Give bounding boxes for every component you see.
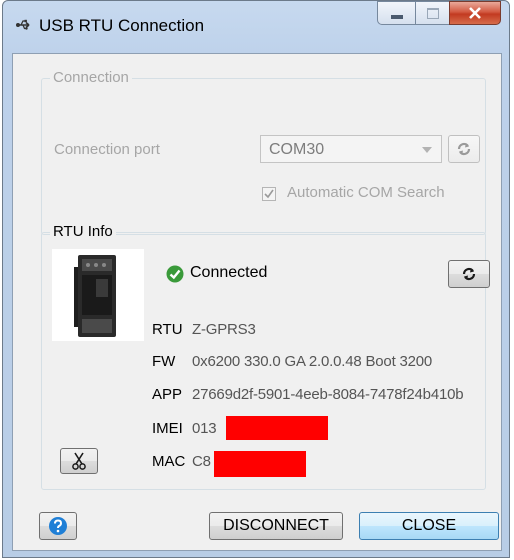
cut-button[interactable] — [60, 448, 98, 474]
connection-port-value: COM30 — [269, 141, 325, 158]
fw-label: FW — [152, 353, 176, 370]
usb-icon — [16, 19, 30, 30]
connection-port-select[interactable]: COM30 — [260, 135, 442, 163]
help-button[interactable] — [39, 512, 77, 540]
imei-label: IMEI — [152, 420, 183, 437]
window-title: USB RTU Connection — [39, 16, 205, 35]
chevron-down-icon — [422, 147, 432, 153]
imei-redaction — [226, 416, 328, 440]
window-close-button[interactable] — [449, 1, 501, 25]
minimize-icon — [390, 15, 403, 19]
refresh-icon — [457, 142, 471, 156]
maximize-icon — [426, 7, 439, 19]
app-label: APP — [152, 386, 183, 403]
refresh-ports-button[interactable] — [448, 135, 480, 163]
mac-label: MAC — [152, 453, 186, 470]
dialog-body: Connection Connection port COM30 Automat… — [12, 53, 502, 551]
mac-redaction — [214, 451, 306, 477]
scissors-icon — [72, 452, 86, 470]
auto-com-search-label: Automatic COM Search — [287, 184, 445, 201]
connection-group: Connection Connection port COM30 Automat… — [41, 69, 486, 235]
title-bar[interactable]: USB RTU Connection — [3, 1, 509, 53]
connection-group-title: Connection — [50, 69, 132, 86]
maximize-button[interactable] — [415, 1, 449, 25]
mac-value: C8 — [192, 453, 211, 470]
connection-port-label: Connection port — [54, 141, 160, 158]
rtu-info-group: RTU Info Connected RTU Z-GPRS3 FW 0x6200… — [41, 223, 490, 490]
checkmark-icon — [264, 189, 274, 199]
fw-value: 0x6200 330.0 GA 2.0.0.48 Boot 3200 — [192, 353, 433, 370]
refresh-icon — [462, 267, 476, 281]
help-icon — [49, 517, 67, 535]
app-value: 27669d2f-5901-4eeb-8084-7478f24b410b — [192, 386, 464, 403]
connection-status-text: Connected — [190, 264, 268, 281]
minimize-button[interactable] — [377, 1, 415, 25]
close-button[interactable]: CLOSE — [359, 512, 499, 540]
auto-com-search-checkbox[interactable] — [262, 187, 276, 201]
device-image — [52, 249, 144, 341]
check-circle-icon — [166, 265, 184, 283]
imei-value: 013 — [192, 420, 217, 437]
rtu-value: Z-GPRS3 — [192, 321, 256, 338]
close-icon — [469, 7, 481, 19]
rtu-info-group-title: RTU Info — [50, 223, 116, 240]
rtu-label: RTU — [152, 321, 183, 338]
disconnect-button[interactable]: DISCONNECT — [209, 512, 343, 540]
caption-buttons — [377, 1, 501, 27]
dialog-window: USB RTU Connection Connection Connection… — [2, 0, 510, 558]
refresh-rtu-info-button[interactable] — [448, 260, 490, 288]
